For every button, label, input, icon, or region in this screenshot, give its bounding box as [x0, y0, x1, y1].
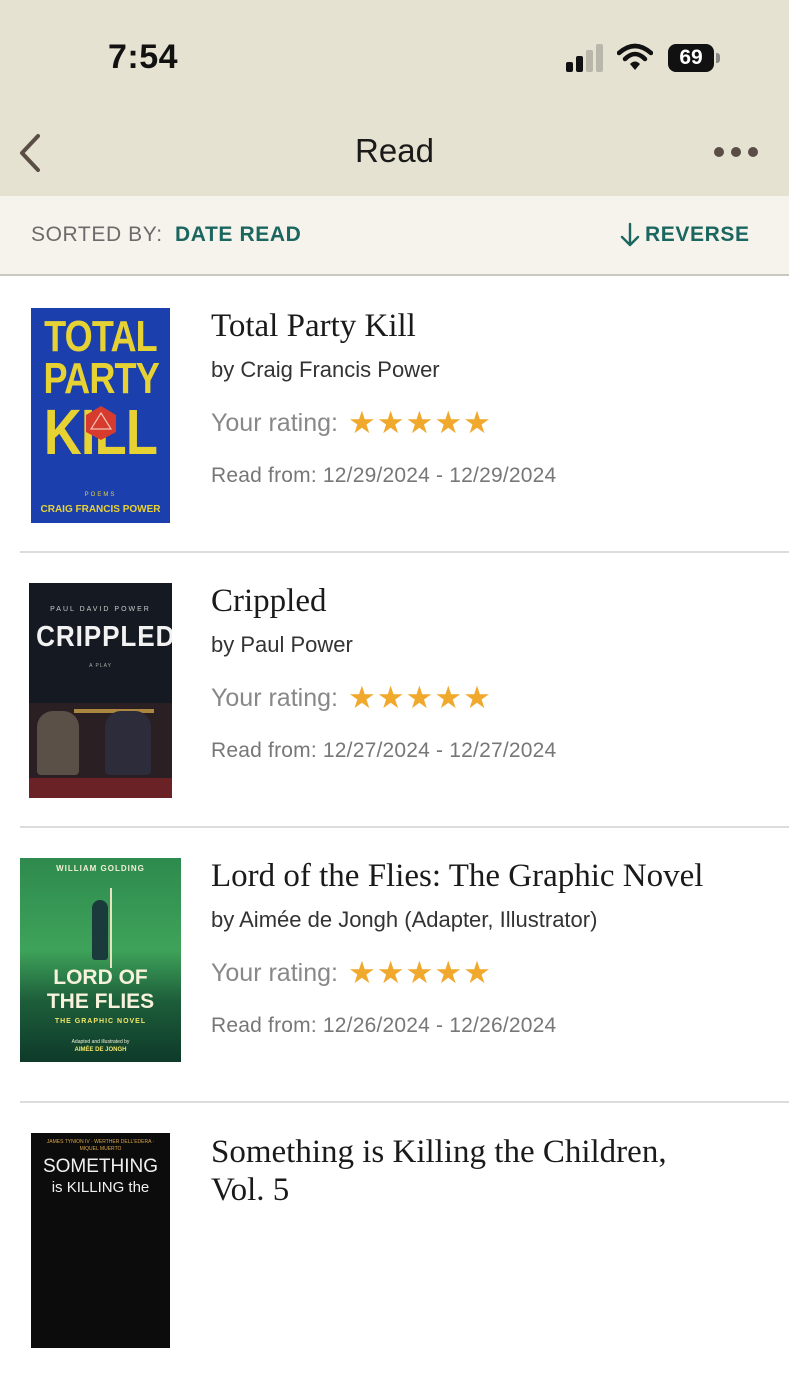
- rating-label: Your rating:: [211, 408, 338, 437]
- cover-title: SOMETHING: [42, 1156, 159, 1177]
- read-dates: Read from: 12/26/2024 - 12/26/2024: [211, 1014, 557, 1037]
- cover-subtitle: THE GRAPHIC NOVEL: [54, 1018, 147, 1025]
- sort-label: SORTED BY:: [31, 223, 163, 246]
- rating-label: Your rating:: [211, 958, 338, 987]
- book-list-item[interactable]: TOTAL PARTY KILL POEMS CRAIG FRANCIS POW…: [0, 278, 789, 553]
- cover-line: TOTAL: [44, 312, 158, 361]
- book-author[interactable]: by Craig Francis Power: [211, 357, 440, 383]
- book-cover-something-is-killing-the-children[interactable]: JAMES TYNION IV · WERTHER DELL'EDERA · M…: [31, 1133, 170, 1348]
- cover-credit: AIMÉE DE JONGH: [74, 1047, 127, 1053]
- book-rating: Your rating: ★★★★★: [211, 680, 492, 716]
- read-dates: Read from: 12/29/2024 - 12/29/2024: [211, 464, 557, 487]
- reverse-label: REVERSE: [645, 223, 750, 246]
- book-title[interactable]: Something is Killing the Children, Vol. …: [211, 1133, 667, 1209]
- book-author[interactable]: by Paul Power: [211, 632, 353, 658]
- cover-spear: [110, 888, 112, 968]
- cover-author: CRAIG FRANCIS POWER: [40, 504, 161, 515]
- cellular-signal-icon: [566, 44, 603, 72]
- book-title[interactable]: Total Party Kill: [211, 308, 416, 345]
- cover-figure: [105, 711, 151, 775]
- cover-line: PARTY: [43, 354, 160, 403]
- book-list-item[interactable]: PAUL DAVID POWER CRIPPLED A PLAY Cripple…: [0, 553, 789, 828]
- book-rating: Your rating: ★★★★★: [211, 955, 492, 991]
- battery-icon: 69: [668, 44, 720, 72]
- page-title: Read: [355, 132, 434, 169]
- cover-credit: Adapted and illustrated by: [71, 1039, 130, 1045]
- dice-icon: [86, 406, 116, 440]
- book-list-item[interactable]: WILLIAM GOLDING LORD OF THE FLIES THE GR…: [0, 828, 789, 1103]
- battery-level: 69: [668, 44, 714, 72]
- cover-ground: [29, 778, 172, 798]
- arrow-down-icon: [620, 222, 640, 247]
- sort-by-date-read-button[interactable]: DATE READ: [175, 223, 301, 247]
- battery-tip: [716, 53, 720, 63]
- cover-title: CRIPPLED: [36, 621, 172, 653]
- cover-title: is KILLING the: [51, 1179, 150, 1196]
- more-options-icon[interactable]: [710, 140, 762, 164]
- cover-author: PAUL DAVID POWER: [50, 606, 151, 613]
- cover-figure: [92, 900, 108, 960]
- cover-title: LORD OF: [53, 966, 148, 989]
- book-list-item[interactable]: JAMES TYNION IV · WERTHER DELL'EDERA · M…: [0, 1103, 789, 1378]
- sort-bar: SORTED BY: DATE READ REVERSE: [0, 196, 789, 276]
- cover-author: WILLIAM GOLDING: [56, 864, 145, 873]
- cover-figure: [37, 711, 79, 775]
- wifi-icon: [617, 43, 653, 70]
- cover-credits: JAMES TYNION IV · WERTHER DELL'EDERA · M…: [46, 1139, 155, 1152]
- book-cover-total-party-kill[interactable]: TOTAL PARTY KILL POEMS CRAIG FRANCIS POW…: [31, 308, 170, 523]
- book-title[interactable]: Lord of the Flies: The Graphic Novel: [211, 858, 703, 895]
- book-cover-lord-of-the-flies[interactable]: WILLIAM GOLDING LORD OF THE FLIES THE GR…: [20, 858, 181, 1062]
- rating-stars[interactable]: ★★★★★: [348, 955, 492, 991]
- rating-stars[interactable]: ★★★★★: [348, 680, 492, 716]
- book-rating: Your rating: ★★★★★: [211, 405, 492, 441]
- cover-subtitle: A PLAY: [89, 663, 112, 669]
- read-dates: Read from: 12/27/2024 - 12/27/2024: [211, 739, 557, 762]
- rating-label: Your rating:: [211, 683, 338, 712]
- status-bar: 7:54 69: [0, 0, 789, 110]
- cover-subtitle: POEMS: [84, 492, 117, 498]
- book-title[interactable]: Crippled: [211, 583, 326, 620]
- book-title-line: Vol. 5: [211, 1172, 290, 1208]
- reverse-sort-button[interactable]: REVERSE: [619, 220, 750, 250]
- book-author[interactable]: by Aimée de Jongh (Adapter, Illustrator): [211, 907, 597, 933]
- status-time: 7:54: [108, 38, 179, 76]
- cover-title: THE FLIES: [46, 990, 155, 1013]
- book-title-line: Something is Killing the Children,: [211, 1134, 667, 1170]
- book-cover-crippled[interactable]: PAUL DAVID POWER CRIPPLED A PLAY: [29, 583, 172, 798]
- navigation-bar: Read: [0, 110, 789, 196]
- rating-stars[interactable]: ★★★★★: [348, 405, 492, 441]
